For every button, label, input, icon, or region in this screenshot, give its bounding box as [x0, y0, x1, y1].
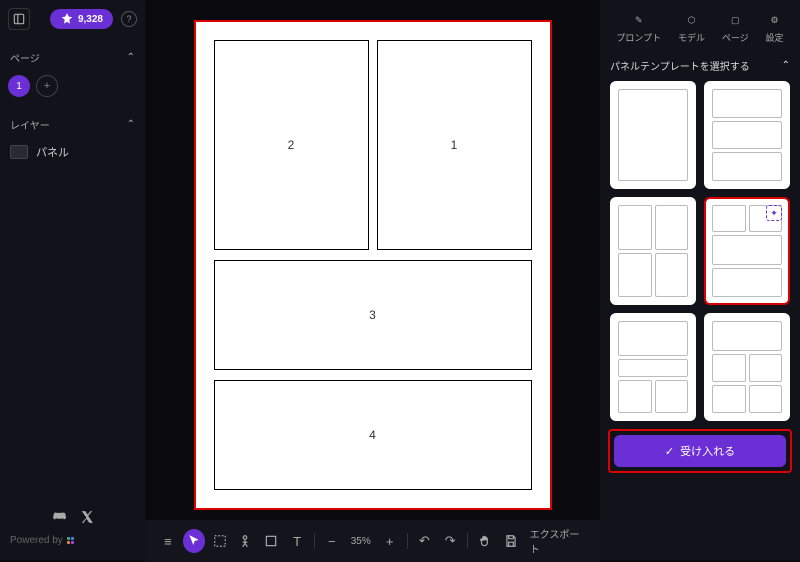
- redo-button[interactable]: ↷: [439, 529, 461, 553]
- comic-panel-2[interactable]: 2: [214, 40, 369, 250]
- export-button[interactable]: エクスポート: [526, 526, 588, 556]
- template-5[interactable]: [610, 313, 696, 421]
- toolbar-separator: [467, 533, 468, 549]
- templates-header[interactable]: パネルテンプレートを選択する ⌃: [608, 54, 792, 81]
- chevron-up-icon: ⌃: [127, 119, 135, 130]
- tab-prompt[interactable]: ✎プロンプト: [616, 12, 661, 44]
- comic-panel-4[interactable]: 4: [214, 380, 532, 490]
- left-sidebar: 9,328 ? ページ ⌃ 1 + レイヤー ⌃ パネル Powered by: [0, 0, 145, 560]
- center-area: 2 1 3 4 ≡ T − 35% + ↶ ↷ エクスポート: [145, 0, 600, 560]
- cursor-tool[interactable]: [183, 529, 205, 553]
- frame-tool[interactable]: [209, 529, 231, 553]
- top-row: 9,328 ?: [8, 8, 137, 30]
- chevron-up-icon: ⌃: [127, 52, 135, 63]
- page-canvas[interactable]: 2 1 3 4: [194, 20, 552, 510]
- accept-label: 受け入れる: [680, 443, 735, 459]
- credits-badge[interactable]: 9,328: [50, 9, 113, 29]
- cube-icon: ⬡: [684, 12, 700, 28]
- layer-icon: [10, 145, 28, 159]
- panel-row-top: 2 1: [214, 40, 532, 250]
- add-page-button[interactable]: +: [36, 75, 58, 97]
- layer-item-panel[interactable]: パネル: [8, 138, 137, 166]
- pages-label: ページ: [10, 50, 40, 65]
- pages-list: 1 +: [8, 71, 137, 101]
- x-icon[interactable]: [80, 510, 94, 527]
- undo-button[interactable]: ↶: [413, 529, 435, 553]
- chevron-up-icon: ⌃: [782, 60, 790, 71]
- templates-grid: ✦: [608, 81, 792, 421]
- brand-dots-icon: [67, 537, 74, 544]
- sidebar-footer: Powered by: [8, 504, 137, 552]
- comic-panel-1[interactable]: 1: [377, 40, 532, 250]
- menu-icon[interactable]: ≡: [157, 529, 179, 553]
- text-tool[interactable]: T: [286, 529, 308, 553]
- menu-button[interactable]: [8, 8, 30, 30]
- template-4-selected[interactable]: ✦: [704, 197, 790, 305]
- check-icon: ✓: [665, 445, 674, 458]
- rect-tool[interactable]: [260, 529, 282, 553]
- template-6[interactable]: [704, 313, 790, 421]
- pencil-icon: ✎: [631, 12, 647, 28]
- hand-tool[interactable]: [474, 529, 496, 553]
- comic-panel-3[interactable]: 3: [214, 260, 532, 370]
- tab-settings[interactable]: ⚙設定: [766, 12, 784, 44]
- bottom-toolbar: ≡ T − 35% + ↶ ↷ エクスポート: [145, 520, 600, 562]
- layers-header[interactable]: レイヤー ⌃: [8, 111, 137, 138]
- template-2[interactable]: [704, 81, 790, 189]
- layers-label: レイヤー: [10, 117, 50, 132]
- save-button[interactable]: [500, 529, 522, 553]
- credits-value: 9,328: [78, 14, 103, 25]
- right-panel: ✎プロンプト ⬡モデル ▢ページ ⚙設定 パネルテンプレートを選択する ⌃ ✦ …: [600, 0, 800, 560]
- social-links: [10, 510, 135, 527]
- sparkle-icon: ✦: [766, 205, 782, 221]
- powered-by: Powered by: [10, 535, 135, 546]
- right-tabs: ✎プロンプト ⬡モデル ▢ページ ⚙設定: [608, 8, 792, 54]
- help-icon[interactable]: ?: [121, 11, 137, 27]
- zoom-level[interactable]: 35%: [347, 536, 375, 547]
- tab-page[interactable]: ▢ページ: [722, 12, 749, 44]
- tab-model[interactable]: ⬡モデル: [678, 12, 705, 44]
- layer-name: パネル: [36, 144, 69, 160]
- canvas-wrap: 2 1 3 4: [145, 0, 600, 520]
- template-1[interactable]: [610, 81, 696, 189]
- zoom-out[interactable]: −: [321, 529, 343, 553]
- template-3[interactable]: [610, 197, 696, 305]
- page-thumb-1[interactable]: 1: [8, 75, 30, 97]
- zoom-in[interactable]: +: [379, 529, 401, 553]
- accept-button[interactable]: ✓ 受け入れる: [614, 435, 786, 467]
- person-tool[interactable]: [235, 529, 257, 553]
- templates-title: パネルテンプレートを選択する: [610, 58, 750, 73]
- toolbar-separator: [314, 533, 315, 549]
- accept-wrap: ✓ 受け入れる: [608, 429, 792, 473]
- discord-icon[interactable]: [52, 510, 66, 527]
- page-icon: ▢: [727, 12, 743, 28]
- pages-header[interactable]: ページ ⌃: [8, 44, 137, 71]
- gear-icon: ⚙: [767, 12, 783, 28]
- toolbar-separator: [407, 533, 408, 549]
